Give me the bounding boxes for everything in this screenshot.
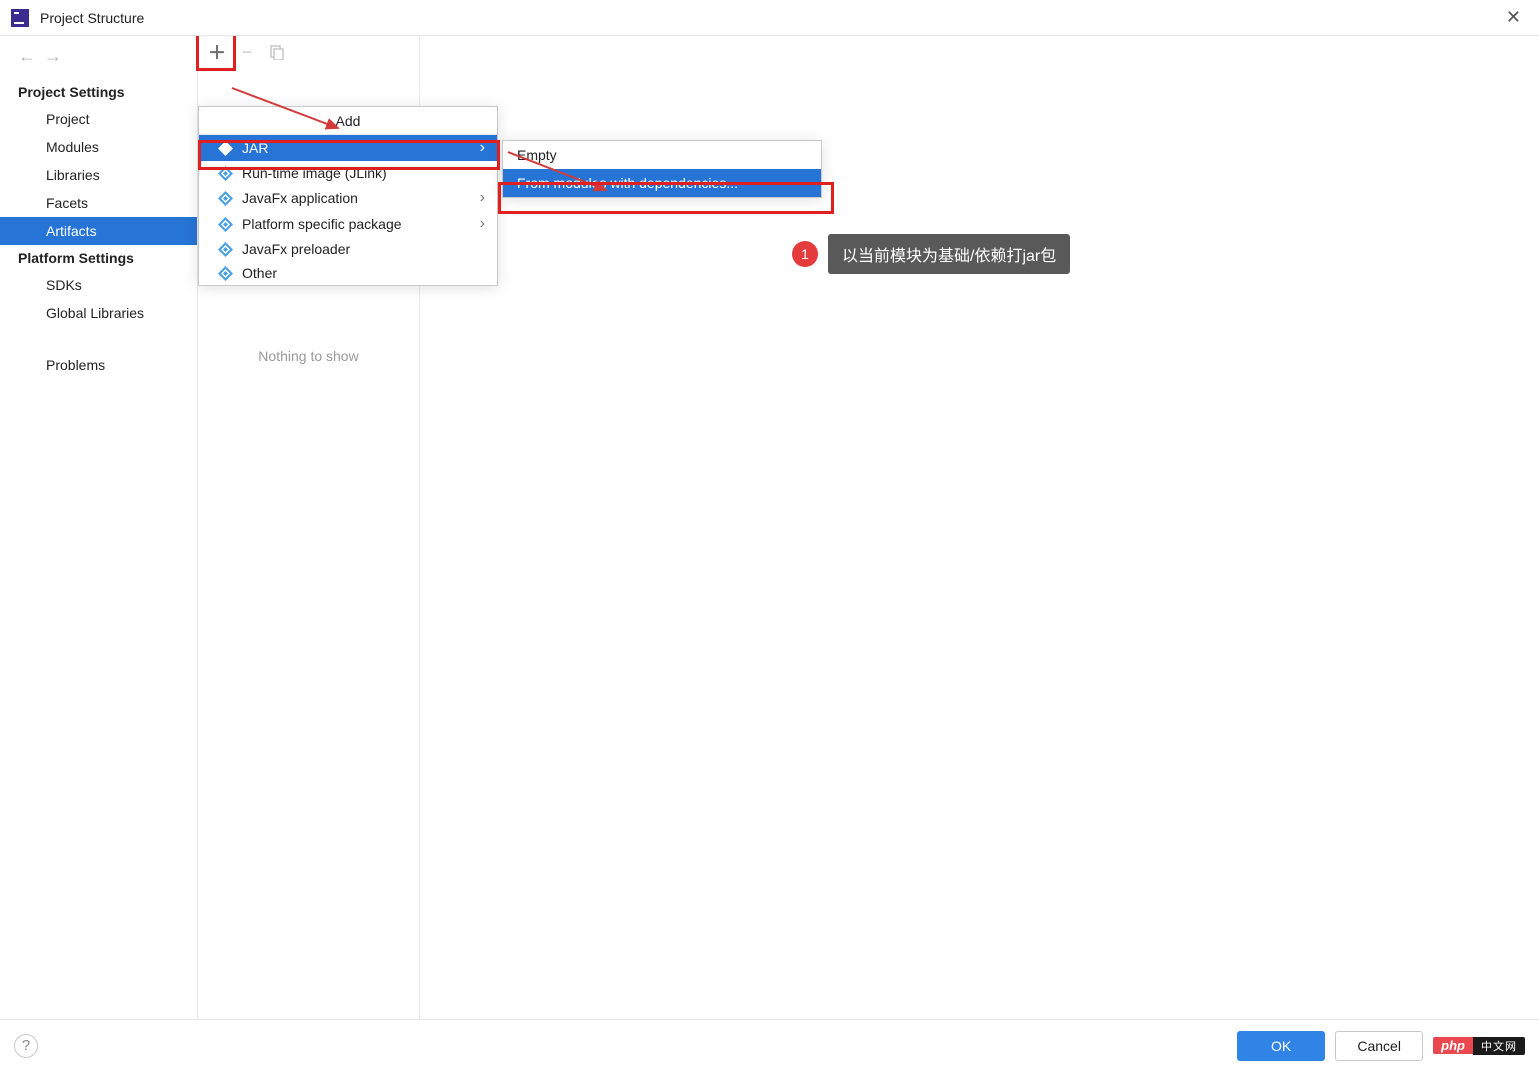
section-project-settings: Project Settings [0,79,197,105]
submenu-item-empty[interactable]: Empty [503,141,821,169]
section-platform-settings: Platform Settings [0,245,197,271]
menu-item-label: JavaFx application [242,190,471,206]
menu-item-label: JAR [242,140,471,156]
remove-button[interactable]: − [232,37,262,67]
sidebar-item-problems[interactable]: Problems [0,351,197,379]
annotation: 1 以当前模块为基础/依赖打jar包 [792,234,1070,274]
help-button[interactable]: ? [14,1034,38,1058]
submenu-item-from-modules-with-dependencies[interactable]: From modules with dependencies... [503,169,821,197]
sidebar-item-global-libraries[interactable]: Global Libraries [0,299,197,327]
annotation-text: 以当前模块为基础/依赖打jar包 [828,234,1070,274]
artifact-type-icon [217,140,233,156]
main-area: ← → Project Settings ProjectModulesLibra… [0,36,1539,1019]
menu-item-label: JavaFx preloader [242,241,485,257]
watermark: php 中文网 [1433,1037,1525,1055]
artifact-type-icon [217,216,233,232]
chevron-right-icon: › [480,215,485,233]
chevron-right-icon: › [480,139,485,157]
ok-button[interactable]: OK [1237,1031,1325,1061]
artifact-type-icon [217,165,233,181]
menu-item-platform-specific-package[interactable]: Platform specific package › [199,211,497,237]
cancel-label: Cancel [1357,1038,1401,1054]
menu-item-javafx-application[interactable]: JavaFx application › [199,185,497,211]
back-button[interactable]: ← [18,46,36,67]
menu-item-run-time-image-jlink-[interactable]: Run-time image (JLink) [199,161,497,185]
annotation-box [196,36,236,71]
empty-state-text: Nothing to show [198,348,419,364]
forward-button[interactable]: → [44,46,62,67]
artifact-type-icon [217,190,233,206]
titlebar: Project Structure ✕ [0,0,1539,36]
sidebar-item-project[interactable]: Project [0,105,197,133]
sidebar-item-artifacts[interactable]: Artifacts [0,217,197,245]
artifact-type-icon [217,265,233,281]
sidebar-item-sdks[interactable]: SDKs [0,271,197,299]
menu-item-other[interactable]: Other [199,261,497,285]
artifact-type-icon [217,241,233,257]
window-title: Project Structure [40,10,144,26]
copy-button[interactable] [262,37,292,67]
add-button[interactable]: ＋ [202,37,232,67]
cancel-button[interactable]: Cancel [1335,1031,1423,1061]
menu-item-jar[interactable]: JAR › [199,135,497,161]
add-artifact-menu: Add JAR › Run-time image (JLink) JavaFx app… [198,106,498,286]
app-icon [10,8,30,28]
jar-submenu: EmptyFrom modules with dependencies... [502,140,822,198]
menu-item-label: Run-time image (JLink) [242,165,485,181]
menu-item-label: Other [242,265,485,281]
close-icon[interactable]: ✕ [1498,3,1529,32]
sidebar-item-libraries[interactable]: Libraries [0,161,197,189]
footer: ? OK Cancel php 中文网 [0,1019,1539,1071]
watermark-right: 中文网 [1473,1037,1525,1055]
sidebar-item-facets[interactable]: Facets [0,189,197,217]
menu-item-label: Platform specific package [242,216,471,232]
menu-header: Add [199,107,497,135]
annotation-number: 1 [792,241,818,267]
sidebar: ← → Project Settings ProjectModulesLibra… [0,36,198,1019]
chevron-right-icon: › [480,189,485,207]
watermark-left: php [1433,1037,1473,1054]
menu-item-javafx-preloader[interactable]: JavaFx preloader [199,237,497,261]
sidebar-item-modules[interactable]: Modules [0,133,197,161]
toolbar: ＋ − [198,36,419,68]
ok-label: OK [1271,1038,1291,1054]
